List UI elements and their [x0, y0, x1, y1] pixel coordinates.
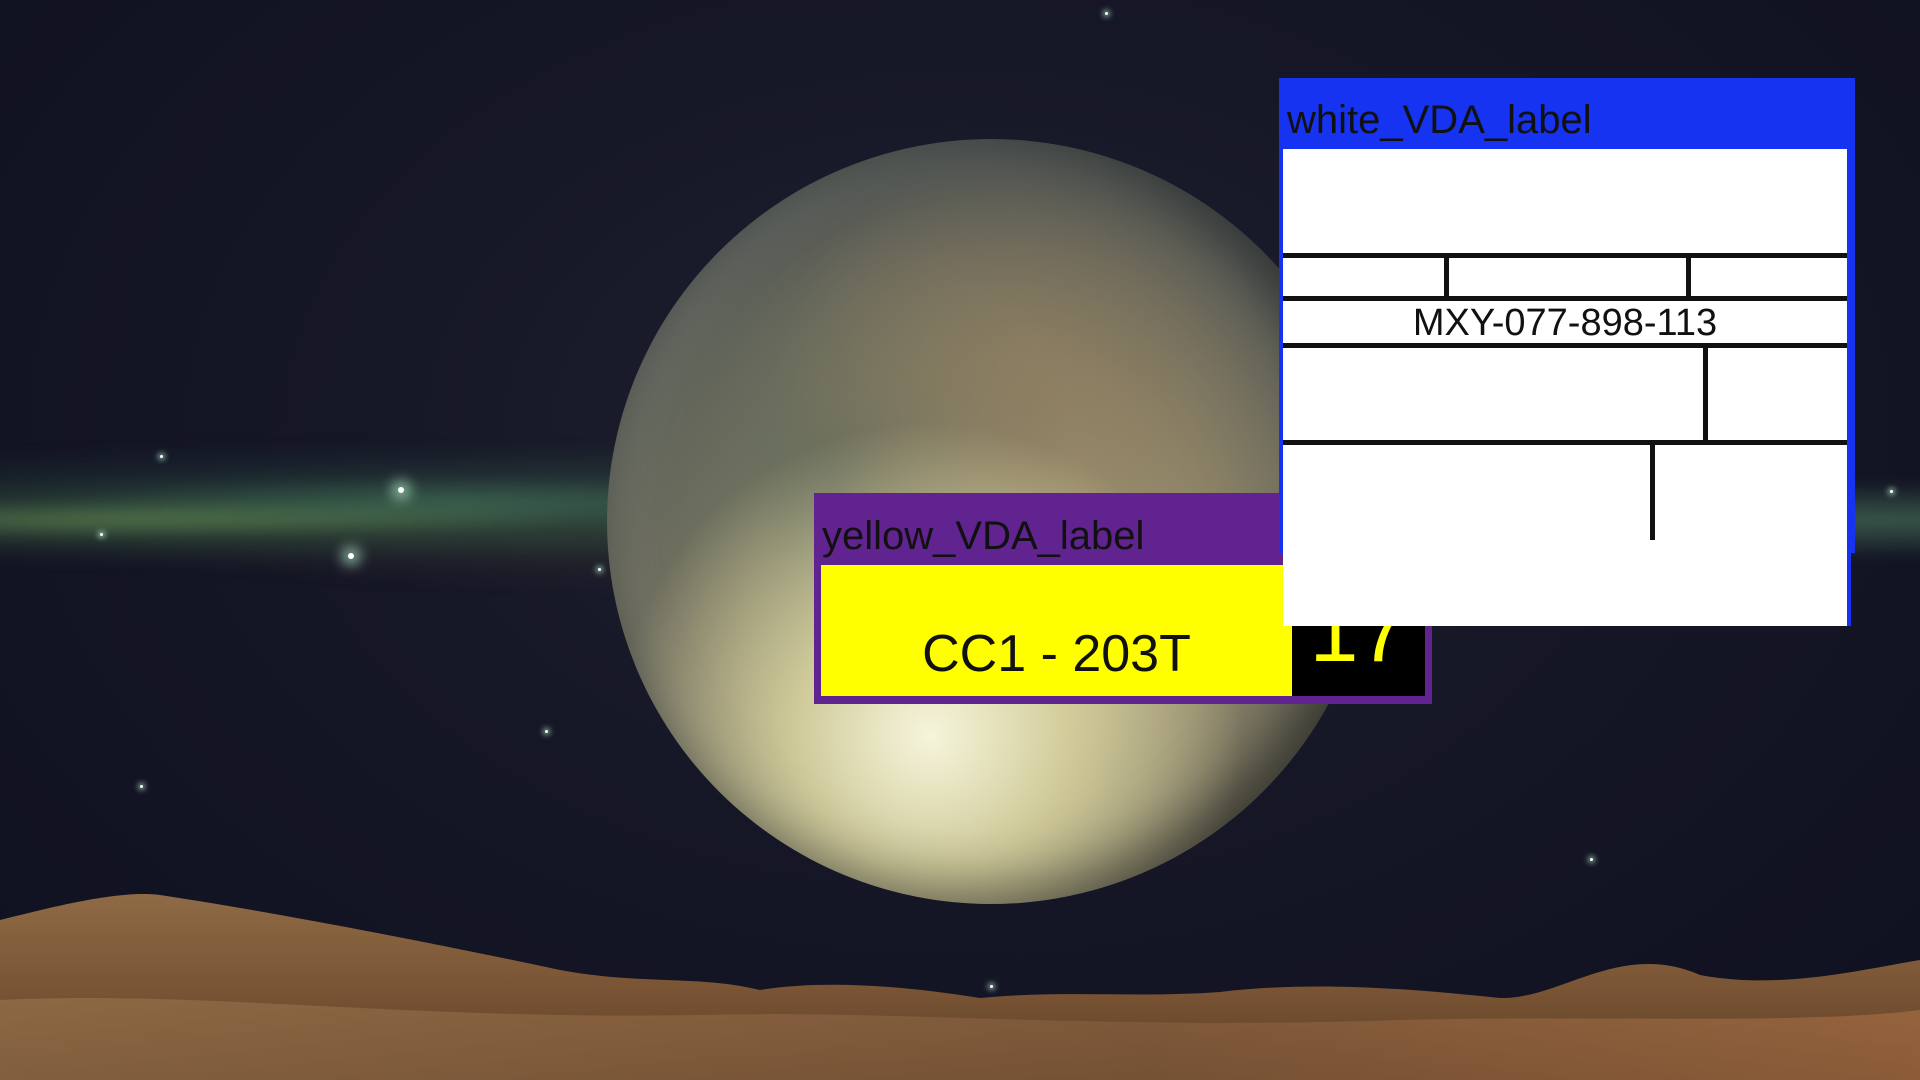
- white-label-title[interactable]: white_VDA_label: [1279, 78, 1855, 146]
- star: [348, 553, 354, 559]
- desert-dunes: [0, 894, 1920, 1080]
- star: [545, 730, 548, 733]
- white-label-serial: MXY-077-898-113: [1412, 302, 1718, 344]
- yellow-label-main-field: CC1 - 203T: [821, 565, 1292, 696]
- label-grid-line: [1686, 253, 1691, 301]
- star: [1890, 490, 1893, 493]
- white-label-body: MXY-077-898-113: [1283, 149, 1851, 626]
- label-grid-line: [1283, 253, 1847, 258]
- desktop-wallpaper: yellow_VDA_label CC1 - 203T 17 white_VDA…: [0, 0, 1920, 1080]
- label-grid-line: [1283, 440, 1847, 445]
- label-grid-line: [1444, 253, 1449, 301]
- label-grid-line: [1650, 440, 1655, 540]
- star: [160, 455, 163, 458]
- yellow-label-code: CC1 - 203T: [922, 625, 1191, 683]
- star: [1105, 12, 1108, 15]
- star: [100, 533, 103, 536]
- label-grid-line: [1703, 343, 1708, 441]
- white-vda-label-window[interactable]: white_VDA_label MXY-077-898-113: [1279, 78, 1855, 626]
- star: [598, 568, 601, 571]
- star: [398, 487, 404, 493]
- star: [1590, 858, 1593, 861]
- star: [140, 785, 143, 788]
